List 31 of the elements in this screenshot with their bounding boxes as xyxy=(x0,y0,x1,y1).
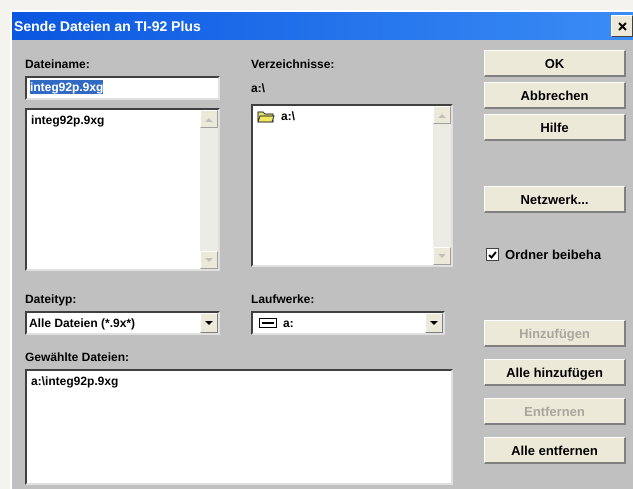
field-label: Dateityp: xyxy=(25,291,78,307)
field-label: Dateiname: xyxy=(25,56,91,72)
dialog-button[interactable]: OK xyxy=(484,50,626,77)
scrollbar[interactable] xyxy=(200,110,218,269)
dialog-button[interactable]: Alle entfernen xyxy=(484,437,626,464)
current-directory: a:\ xyxy=(251,80,266,96)
scroll-up-icon[interactable] xyxy=(205,116,213,122)
field-label: Laufwerke: xyxy=(251,291,316,307)
scroll-up-icon[interactable] xyxy=(438,112,446,118)
checkbox-label: Ordner beibeha xyxy=(505,247,602,262)
dialog-button[interactable]: Abbrechen xyxy=(484,82,626,109)
file-item[interactable]: integ92p.9xg xyxy=(31,112,196,128)
dialog-button[interactable]: Hilfe xyxy=(484,114,626,141)
network-button[interactable]: Netzwerk... xyxy=(484,186,626,213)
close-icon xyxy=(618,22,626,30)
window-title: Sende Dateien an TI-92 Plus xyxy=(13,18,201,34)
file-type-dropdown[interactable]: Alle Dateien (*.9x*) xyxy=(25,311,220,335)
field-label: Verzeichnisse: xyxy=(251,56,336,72)
field-label: Gewählte Dateien: xyxy=(25,349,130,365)
selected-file-item[interactable]: a:\integ92p.9xg xyxy=(31,373,447,389)
drive-icon xyxy=(259,318,277,328)
scrollbar[interactable] xyxy=(433,106,451,265)
checkbox[interactable] xyxy=(486,248,499,261)
directory-item[interactable]: a:\ xyxy=(281,108,296,124)
close-button[interactable] xyxy=(611,15,633,37)
folder-icon xyxy=(257,110,275,122)
scroll-down-icon[interactable] xyxy=(205,258,213,262)
drive-dropdown[interactable]: a: xyxy=(251,311,445,335)
scroll-down-icon[interactable] xyxy=(438,254,446,258)
file-name-field[interactable]: integ92p.9xg xyxy=(25,76,220,100)
dialog-button[interactable]: Alle hinzufügen xyxy=(484,359,626,386)
